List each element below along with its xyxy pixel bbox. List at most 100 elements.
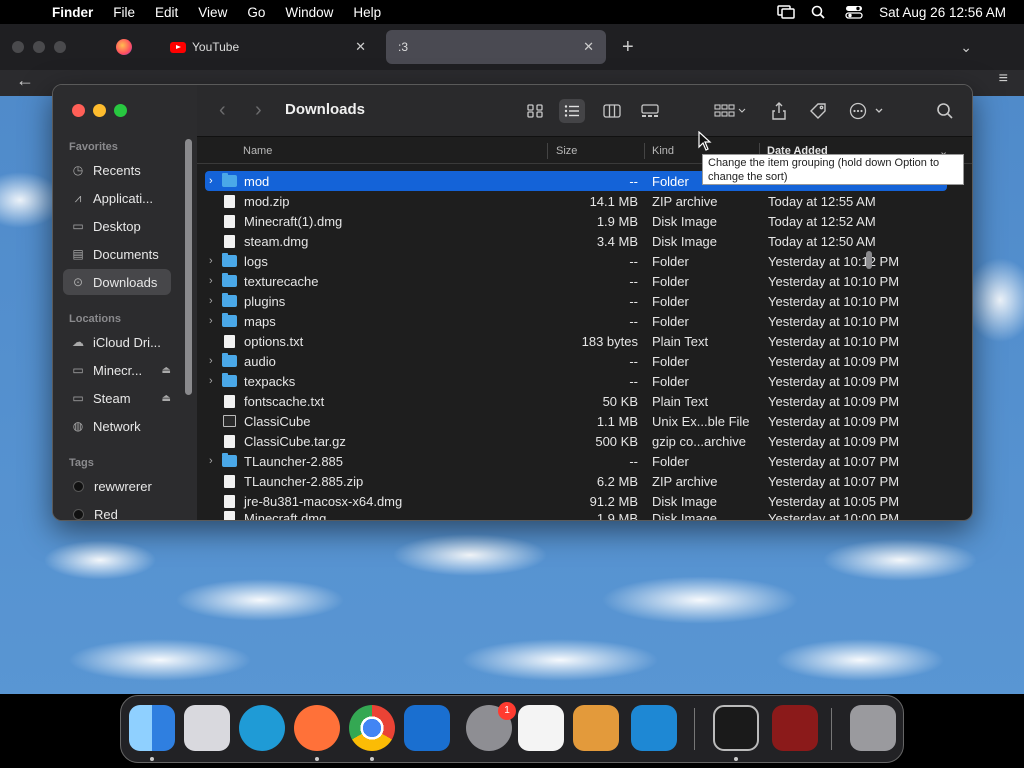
file-row[interactable]: jre-8u381-macosx-x64.dmg 91.2 MB Disk Imag…	[205, 491, 947, 511]
wine-dock-icon[interactable]	[772, 705, 818, 751]
back-arrow-icon[interactable]: ←	[16, 70, 34, 91]
menu-view[interactable]: View	[198, 5, 227, 20]
close-window-button[interactable]	[72, 104, 85, 117]
file-row[interactable]: › texturecache -- Folder Yesterday at 10:10 …	[205, 271, 947, 291]
icon-view-icon[interactable]	[522, 99, 548, 123]
file-list-scrollbar[interactable]	[866, 251, 872, 269]
sidebar-item-label: Desktop	[93, 218, 141, 234]
menu-file[interactable]: File	[113, 5, 135, 20]
close-tab-icon[interactable]: ✕	[355, 39, 366, 55]
disclosure-chevron-icon[interactable]: ›	[209, 315, 213, 327]
sidebar-item-minecraft-volume[interactable]: ▭ Minecr... ⏏	[63, 357, 171, 383]
menu-go[interactable]: Go	[247, 5, 265, 20]
launchpad-dock-icon[interactable]	[184, 705, 230, 751]
file-row[interactable]: › audio -- Folder Yesterday at 10:09 PM	[205, 351, 947, 371]
firefox-view-icon[interactable]	[116, 39, 132, 55]
close-tab-icon[interactable]: ✕	[583, 39, 594, 55]
trash-dock-icon[interactable]	[850, 705, 896, 751]
disclosure-chevron-icon[interactable]: ›	[209, 175, 213, 187]
finder-dock-icon[interactable]	[129, 705, 175, 751]
search-icon[interactable]	[932, 99, 958, 123]
sidebar-scrollbar[interactable]	[185, 139, 192, 395]
tag-icon[interactable]	[805, 99, 831, 123]
file-row[interactable]: TLauncher-2.885.zip 6.2 MB ZIP archive Yest…	[205, 471, 947, 491]
file-row[interactable]: › texpacks -- Folder Yesterday at 10:09 PM	[205, 371, 947, 391]
more-actions-icon[interactable]	[847, 99, 887, 123]
file-row[interactable]: › plugins -- Folder Yesterday at 10:10 PM	[205, 291, 947, 311]
tab-active[interactable]: :3 ✕	[386, 30, 606, 64]
forward-chevron-icon[interactable]: ›	[255, 99, 262, 122]
menu-help[interactable]: Help	[353, 5, 381, 20]
group-by-icon[interactable]	[711, 99, 751, 123]
column-header-kind[interactable]: Kind	[652, 145, 674, 157]
microsoft-store-dock-icon[interactable]	[404, 705, 450, 751]
eject-icon[interactable]: ⏏	[162, 393, 171, 404]
zoom-window-button[interactable]	[114, 104, 127, 117]
firefox-dock-icon[interactable]	[294, 705, 340, 751]
control-center-icon[interactable]	[845, 5, 863, 19]
file-name: TLauncher-2.885	[244, 453, 344, 469]
menu-icon[interactable]: ≡	[999, 70, 1008, 88]
sidebar-item-icloud[interactable]: ☁ iCloud Dri...	[63, 329, 171, 355]
column-view-icon[interactable]	[599, 99, 625, 123]
file-row[interactable]: ClassiCube.tar.gz 500 KB gzip co...archive…	[205, 431, 947, 451]
file-name: maps	[244, 313, 276, 329]
list-tabs-icon[interactable]: ⌄	[960, 39, 972, 56]
sidebar-item-downloads[interactable]: ⊙ Downloads	[63, 269, 171, 295]
file-row[interactable]: options.txt 183 bytes Plain Text Yesterday …	[205, 331, 947, 351]
garageband-dock-icon[interactable]	[573, 705, 619, 751]
file-row[interactable]: › TLauncher-2.885 -- Folder Yesterday at 10:…	[205, 451, 947, 471]
disclosure-chevron-icon[interactable]: ›	[209, 275, 213, 287]
menu-edit[interactable]: Edit	[155, 5, 178, 20]
sidebar-tag-red[interactable]: Red	[63, 501, 171, 520]
sidebar-item-applications[interactable]: ⩘ Applicati...	[63, 185, 171, 211]
spotlight-search-icon[interactable]	[811, 5, 829, 19]
chrome-dock-icon[interactable]	[349, 705, 395, 751]
file-kind: Plain Text	[652, 333, 709, 349]
disclosure-chevron-icon[interactable]: ›	[209, 375, 213, 387]
sidebar-tag-rewwrerer[interactable]: rewwrerer	[63, 473, 171, 499]
file-row[interactable]: mod.zip 14.1 MB ZIP archive Today at 12:55 …	[205, 191, 947, 211]
vscode-dock-icon[interactable]	[631, 705, 677, 751]
file-icon	[224, 494, 235, 508]
file-row[interactable]: › logs -- Folder Yesterday at 10:12 PM	[205, 251, 947, 271]
disclosure-chevron-icon[interactable]: ›	[209, 355, 213, 367]
terminal-dock-icon[interactable]	[713, 705, 759, 751]
sidebar-item-documents[interactable]: ▤ Documents	[63, 241, 171, 267]
disclosure-chevron-icon[interactable]: ›	[209, 255, 213, 267]
column-header-size[interactable]: Size	[556, 145, 577, 157]
file-row[interactable]: fontscache.txt 50 KB Plain Text Yesterday a…	[205, 391, 947, 411]
menu-app-name[interactable]: Finder	[52, 5, 93, 20]
menu-window[interactable]: Window	[285, 5, 333, 20]
column-divider[interactable]	[547, 143, 548, 159]
disclosure-chevron-icon[interactable]: ›	[209, 455, 213, 467]
edge-dock-icon[interactable]	[239, 705, 285, 751]
file-row[interactable]: steam.dmg 3.4 MB Disk Image Today at 12:50 …	[205, 231, 947, 251]
share-icon[interactable]	[766, 99, 792, 123]
browser-window-controls[interactable]	[12, 41, 66, 53]
tab-youtube[interactable]: YouTube ✕	[158, 30, 378, 64]
gallery-view-icon[interactable]	[637, 99, 663, 123]
sidebar-item-network[interactable]: ◍ Network	[63, 413, 171, 439]
menu-bar: Finder File Edit View Go Window Help Sat…	[0, 0, 1024, 24]
column-header-name[interactable]: Name	[243, 145, 272, 157]
sidebar-item-steam-volume[interactable]: ▭ Steam ⏏	[63, 385, 171, 411]
file-row[interactable]: Minecraft(1).dmg 1.9 MB Disk Image Today at…	[205, 211, 947, 231]
sidebar-item-recents[interactable]: ◷ Recents	[63, 157, 171, 183]
new-tab-icon[interactable]: +	[622, 36, 634, 59]
column-divider[interactable]	[644, 143, 645, 159]
screen-mirroring-icon[interactable]	[777, 5, 795, 19]
sidebar-item-desktop[interactable]: ▭ Desktop	[63, 213, 171, 239]
file-row[interactable]: Minecraft.dmg 1.9 MB Disk Image Yesterday a…	[205, 511, 947, 521]
file-name: ClassiCube	[244, 413, 311, 429]
file-size: 1.9 MB	[596, 511, 638, 521]
textedit-dock-icon[interactable]	[518, 705, 564, 751]
disclosure-chevron-icon[interactable]: ›	[209, 295, 213, 307]
file-row[interactable]: › maps -- Folder Yesterday at 10:10 PM	[205, 311, 947, 331]
eject-icon[interactable]: ⏏	[162, 365, 171, 376]
minimize-window-button[interactable]	[93, 104, 106, 117]
file-row[interactable]: ClassiCube 1.1 MB Unix Ex...ble File Yester…	[205, 411, 947, 431]
back-chevron-icon[interactable]: ‹	[219, 99, 226, 122]
list-view-icon[interactable]	[559, 99, 585, 123]
menu-clock[interactable]: Sat Aug 26 12:56 AM	[879, 5, 1006, 20]
